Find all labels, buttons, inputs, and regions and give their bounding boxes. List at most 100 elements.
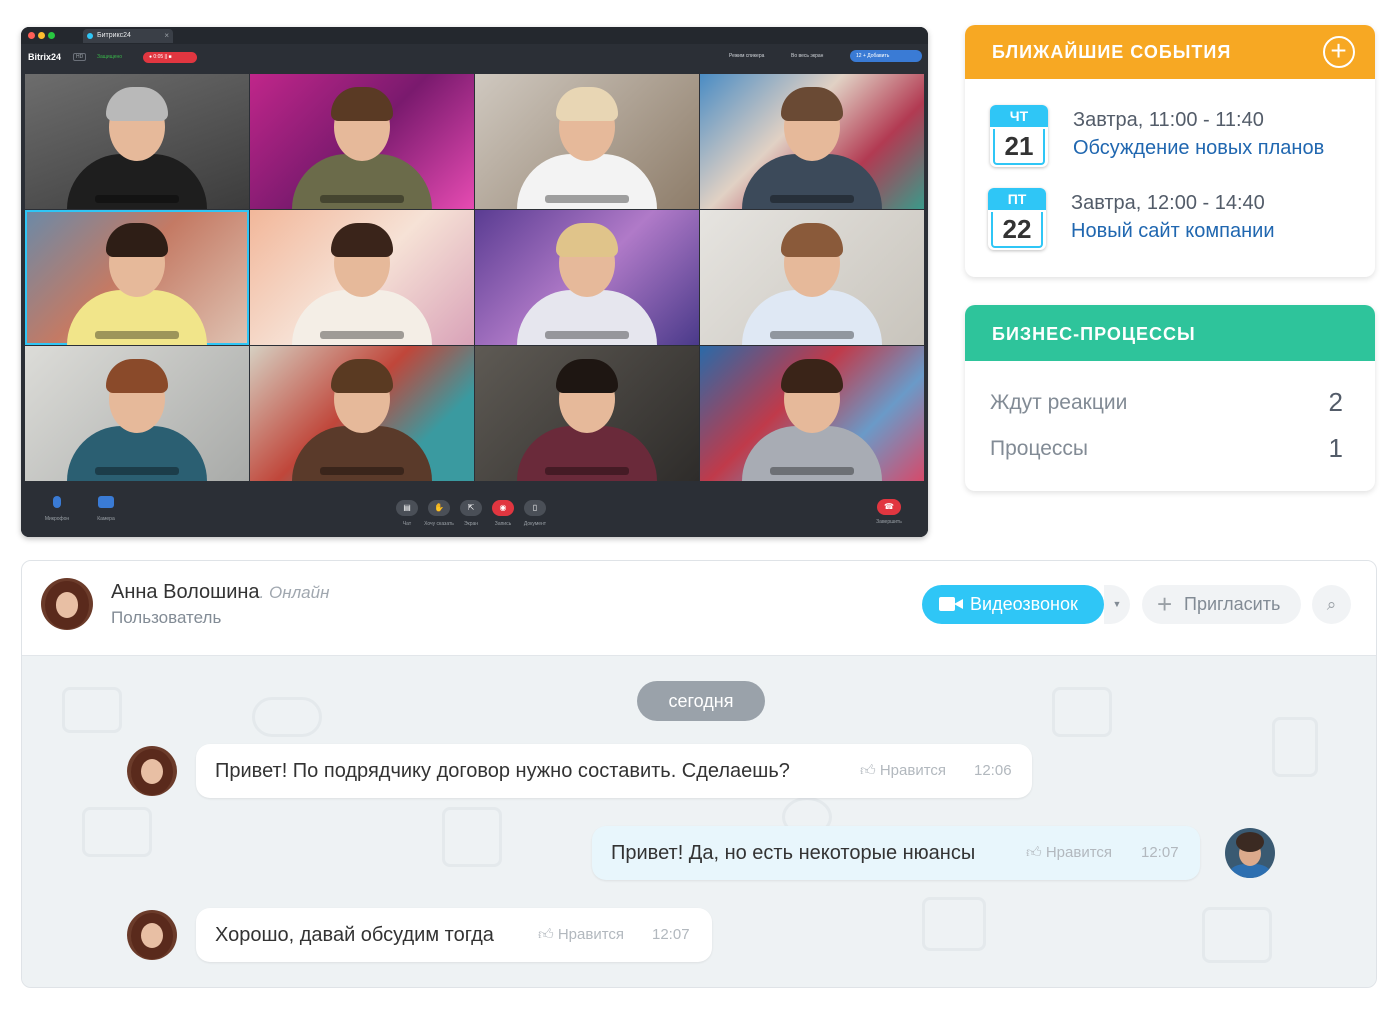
business-processes-card: БИЗНЕС-ПРОЦЕССЫ Ждут реакции 2 Процессы … (965, 305, 1375, 491)
upcoming-events-card: БЛИЖАЙШИЕ СОБЫТИЯ + ЧТ 21 Завтра, 11:00 … (965, 25, 1375, 277)
participant-tile[interactable] (25, 74, 249, 209)
maximize-window-button[interactable] (48, 32, 55, 39)
bp-row-processes[interactable]: Процессы 1 (990, 433, 1343, 463)
mic-label: Микрофон (44, 516, 70, 522)
close-window-button[interactable] (28, 32, 35, 39)
background-doodle (1272, 717, 1318, 777)
participant-tile[interactable] (250, 74, 474, 209)
browser-tab[interactable]: Битрикс24 × (83, 29, 173, 43)
bp-card-header: БИЗНЕС-ПРОЦЕССЫ (965, 305, 1375, 361)
record-button[interactable]: ◉ (492, 500, 514, 516)
document-button[interactable]: ▯ (524, 500, 546, 516)
event-weekday: ЧТ (990, 105, 1048, 127)
chat-header: Анна Волошина. Онлайн Пользователь Видео… (22, 561, 1376, 656)
message-text: Привет! Да, но есть некоторые нюансы (611, 842, 976, 864)
participant-tile[interactable] (700, 74, 924, 209)
participant-tile[interactable] (475, 346, 699, 481)
document-label: Документ (523, 521, 547, 527)
minimize-window-button[interactable] (38, 32, 45, 39)
user-role: Пользователь (111, 608, 222, 627)
event-item[interactable]: ПТ 22 Завтра, 12:00 - 14:40 Новый сайт к… (965, 188, 1375, 252)
speaker-mode-button[interactable]: Режим спикера (729, 53, 764, 59)
background-doodle (442, 807, 502, 867)
camera-icon[interactable] (98, 496, 114, 508)
tab-close-icon[interactable]: × (164, 29, 169, 43)
chat-user-name[interactable]: Анна Волошина. Онлайн (111, 581, 329, 604)
participant-tile[interactable] (700, 210, 924, 345)
like-label: Нравится (1045, 844, 1113, 861)
secure-label: Защищено (97, 54, 123, 60)
participant-tile[interactable] (250, 346, 474, 481)
video-call-window: Битрикс24 × Bitrix24 HD Защищено ● 0:05 … (21, 27, 928, 537)
message-time: 12:06 (974, 762, 1012, 779)
end-call-label: Завершить (876, 519, 902, 525)
background-doodle (922, 897, 986, 951)
bp-row-label: Процессы (990, 437, 1089, 460)
user-avatar[interactable] (41, 578, 93, 630)
hd-badge: HD (73, 53, 87, 61)
participants-add-button[interactable]: 12 + Добавить (850, 50, 922, 62)
message-bubble[interactable]: Привет! По подрядчику договор нужно сост… (196, 744, 1032, 798)
message-text: Привет! По подрядчику договор нужно сост… (215, 760, 790, 782)
raise-hand-button[interactable]: ✋ (428, 500, 450, 516)
participant-tile-active[interactable] (25, 210, 249, 345)
background-doodle (82, 807, 152, 857)
call-controls-bar: Микрофон Камера ▤ Чат ✋ Хочу сказать ⇱ Э… (21, 483, 928, 537)
invite-button[interactable]: + Пригласить (1142, 585, 1301, 624)
video-camera-icon (939, 597, 955, 611)
like-button[interactable]: 👍︎ Нравится (1026, 826, 1112, 880)
event-time: Завтра, 11:00 - 11:40 (1073, 109, 1264, 131)
fullscreen-button[interactable]: Во весь экран (791, 53, 823, 59)
screen-share-button[interactable]: ⇱ (460, 500, 482, 516)
event-title-link[interactable]: Новый сайт компании (1071, 220, 1275, 243)
events-card-title: БЛИЖАЙШИЕ СОБЫТИЯ (992, 42, 1232, 62)
sender-avatar[interactable] (127, 746, 177, 796)
chat-messages-area: сегодня Привет! По подрядчику договор ну… (22, 657, 1376, 987)
video-call-button[interactable]: Видеозвонок (922, 585, 1104, 624)
bp-row-awaiting[interactable]: Ждут реакции 2 (990, 387, 1343, 417)
chat-window: Анна Волошина. Онлайн Пользователь Видео… (21, 560, 1377, 988)
participant-tile[interactable] (25, 346, 249, 481)
background-doodle (1052, 687, 1112, 737)
own-avatar[interactable] (1225, 828, 1275, 878)
event-item[interactable]: ЧТ 21 Завтра, 11:00 - 11:40 Обсуждение н… (965, 105, 1375, 169)
microphone-icon[interactable] (53, 496, 61, 508)
end-call-button[interactable]: ☎ (877, 499, 901, 515)
message-time: 12:07 (1141, 844, 1179, 861)
message-bubble-own[interactable]: Привет! Да, но есть некоторые нюансы 👍︎ … (592, 826, 1200, 880)
background-doodle (62, 687, 122, 733)
participant-tile[interactable] (700, 346, 924, 481)
like-button[interactable]: 👍︎ Нравится (860, 744, 946, 798)
plus-circle-icon[interactable]: + (1323, 36, 1355, 68)
chevron-down-icon[interactable]: ▼ (1104, 585, 1130, 624)
like-label: Нравится (557, 926, 625, 943)
bp-row-value: 2 (1328, 387, 1343, 417)
message-time: 12:07 (652, 926, 690, 943)
participant-tile[interactable] (250, 210, 474, 345)
event-weekday: ПТ (988, 188, 1046, 210)
invite-label: Пригласить (1184, 594, 1281, 614)
message-bubble[interactable]: Хорошо, давай обсудим тогда 👍︎ Нравится … (196, 908, 712, 962)
participants-grid (25, 74, 924, 481)
participant-tile[interactable] (475, 74, 699, 209)
event-day: 21 (993, 129, 1045, 165)
message-text: Хорошо, давай обсудим тогда (215, 924, 494, 946)
event-time: Завтра, 12:00 - 14:40 (1071, 192, 1265, 214)
bitrix-logo: Bitrix24 (28, 52, 62, 62)
like-label: Нравится (879, 762, 947, 779)
calendar-icon: ЧТ 21 (990, 105, 1048, 167)
video-call-label: Видеозвонок (970, 594, 1078, 614)
calendar-icon: ПТ 22 (988, 188, 1046, 250)
participant-tile[interactable] (475, 210, 699, 345)
search-icon[interactable]: ⌕ (1312, 585, 1351, 624)
sender-avatar[interactable] (127, 910, 177, 960)
call-header: Bitrix24 HD Защищено ● 0:05 || ■ Режим с… (21, 44, 928, 74)
chat-button[interactable]: ▤ (396, 500, 418, 516)
bp-row-value: 1 (1328, 433, 1343, 463)
plus-icon: + (1157, 589, 1173, 619)
background-doodle (252, 697, 322, 737)
window-titlebar: Битрикс24 × (21, 27, 928, 44)
event-title-link[interactable]: Обсуждение новых планов (1073, 137, 1324, 160)
recording-indicator[interactable]: ● 0:05 || ■ (143, 52, 197, 63)
like-button[interactable]: 👍︎ Нравится (538, 908, 624, 962)
